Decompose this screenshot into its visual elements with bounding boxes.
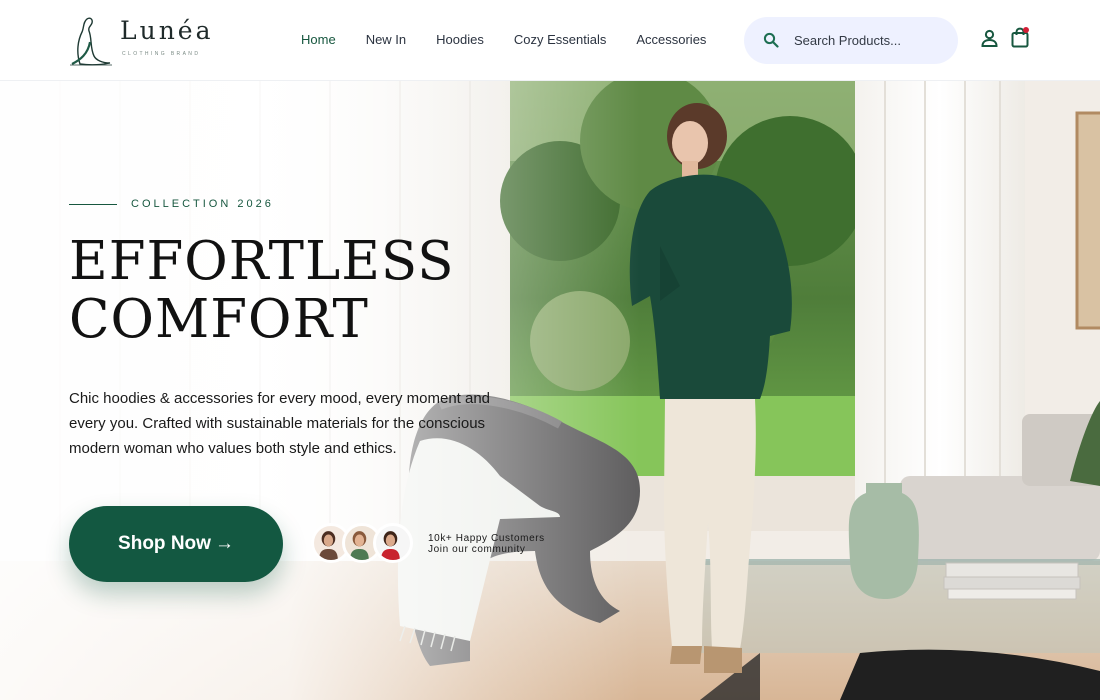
woman-silhouette-logo-icon (70, 17, 112, 66)
social-proof: 10k+ Happy Customers Join our community (428, 533, 545, 555)
search-bar[interactable] (744, 17, 958, 64)
eyebrow-divider (69, 203, 117, 205)
nav-item-accessories[interactable]: Accessories (621, 32, 721, 47)
join-community-text: Join our community (428, 544, 526, 555)
landing-page: Lunéa CLOTHING BRAND Home New In Hoodies… (0, 0, 1100, 700)
headline-line-2: COMFORT (69, 289, 369, 350)
hero-eyebrow: COLLECTION 2026 (69, 198, 274, 210)
shop-now-label: Shop Now (118, 533, 211, 554)
headline-line-1: EFFORTLESS (69, 231, 455, 292)
nav-item-cozy-essentials[interactable]: Cozy Essentials (499, 32, 621, 47)
search-icon[interactable] (763, 32, 779, 48)
shop-now-button[interactable]: Shop Now → (69, 506, 283, 582)
search-input[interactable] (794, 29, 944, 51)
brand-name: Lunéa (120, 16, 214, 45)
nav-item-hoodies[interactable]: Hoodies (421, 32, 499, 47)
nav-item-new-in[interactable]: New In (351, 32, 421, 47)
nav-item-home[interactable]: Home (286, 32, 351, 47)
hero-headline: EFFORTLESS COMFORT (69, 233, 455, 349)
brand-tagline: CLOTHING BRAND (122, 51, 201, 57)
arrow-right-icon: → (214, 533, 234, 554)
brand-logo[interactable]: Lunéa CLOTHING BRAND (66, 14, 226, 66)
user-icon[interactable] (980, 29, 999, 48)
main-nav: Home New In Hoodies Cozy Essentials Acce… (286, 32, 721, 47)
hero-section: COLLECTION 2026 EFFORTLESS COMFORT Chic … (0, 81, 1100, 700)
hero-description: Chic hoodies & accessories for every moo… (69, 390, 491, 457)
avatar (373, 523, 413, 563)
site-header: Lunéa CLOTHING BRAND Home New In Hoodies… (0, 0, 1100, 81)
happy-customers-count: 10k+ Happy Customers (428, 533, 545, 544)
customer-avatars (311, 523, 415, 565)
cart-badge-dot (1023, 27, 1029, 33)
collection-label: COLLECTION 2026 (131, 198, 274, 210)
